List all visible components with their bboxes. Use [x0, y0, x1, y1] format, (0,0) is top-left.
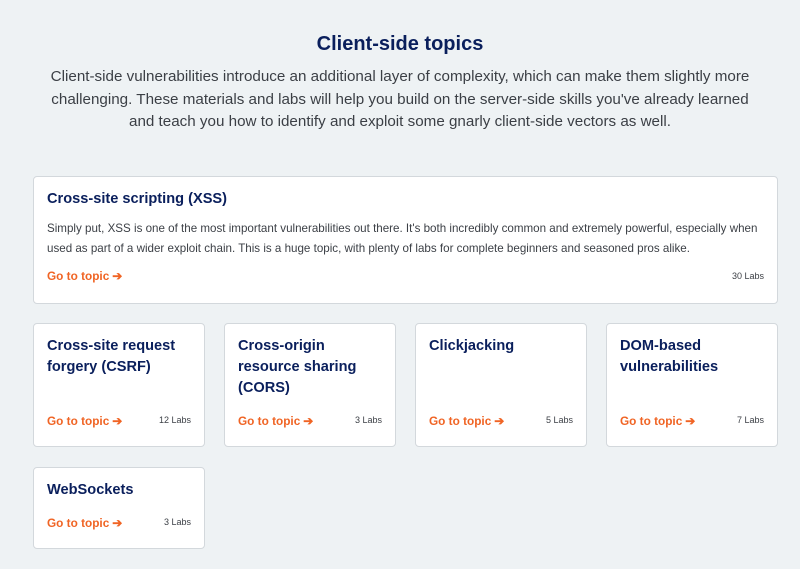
topic-title: DOM-based vulnerabilities — [620, 338, 719, 375]
go-to-topic-link[interactable]: Go to topic ➔ — [429, 414, 504, 428]
topic-title: Cross-origin resource sharing (CORS) — [238, 338, 357, 396]
arrow-right-icon: ➔ — [685, 414, 696, 428]
go-to-topic-label: Go to topic — [47, 414, 110, 428]
page-title: Client-side topics — [316, 33, 484, 55]
topic-card-csrf: Cross-site request forgery (CSRF) Go to … — [33, 323, 205, 447]
go-to-topic-link[interactable]: Go to topic ➔ — [238, 414, 313, 428]
topic-title: Clickjacking — [429, 338, 515, 354]
topic-card-xss: Cross-site scripting (XSS) Simply put, X… — [33, 176, 778, 304]
labs-count: 12 Labs — [158, 415, 191, 425]
go-to-topic-label: Go to topic — [238, 414, 301, 428]
labs-count: 3 Labs — [163, 517, 191, 527]
topic-title: Cross-site request forgery (CSRF) — [47, 338, 176, 375]
intro-text: Client-side vulnerabilities introduce an… — [50, 68, 750, 130]
go-to-topic-label: Go to topic — [620, 414, 683, 428]
topic-card-clickjacking: Clickjacking Go to topic ➔ 5 Labs — [415, 323, 587, 447]
arrow-right-icon: ➔ — [112, 269, 123, 283]
topic-card-websockets: WebSockets Go to topic ➔ 3 Labs — [33, 467, 205, 549]
topic-title: WebSockets — [47, 482, 134, 498]
labs-count: 5 Labs — [545, 415, 573, 425]
arrow-right-icon: ➔ — [112, 414, 123, 428]
go-to-topic-link[interactable]: Go to topic ➔ — [47, 414, 122, 428]
labs-count: 7 Labs — [736, 415, 764, 425]
topic-card-cors: Cross-origin resource sharing (CORS) Go … — [224, 323, 396, 447]
labs-count: 30 Labs — [731, 271, 764, 281]
arrow-right-icon: ➔ — [303, 414, 314, 428]
go-to-topic-link[interactable]: Go to topic ➔ — [47, 269, 122, 283]
labs-count: 3 Labs — [354, 415, 382, 425]
topic-title: Cross-site scripting (XSS) — [47, 191, 228, 207]
topic-card-dom-based: DOM-based vulnerabilities Go to topic ➔ 7… — [606, 323, 778, 447]
go-to-topic-link[interactable]: Go to topic ➔ — [620, 414, 695, 428]
arrow-right-icon: ➔ — [112, 516, 123, 530]
go-to-topic-label: Go to topic — [429, 414, 492, 428]
go-to-topic-label: Go to topic — [47, 269, 110, 283]
arrow-right-icon: ➔ — [494, 414, 505, 428]
topic-description: Simply put, XSS is one of the most impor… — [47, 222, 758, 255]
go-to-topic-link[interactable]: Go to topic ➔ — [47, 516, 122, 530]
go-to-topic-label: Go to topic — [47, 516, 110, 530]
